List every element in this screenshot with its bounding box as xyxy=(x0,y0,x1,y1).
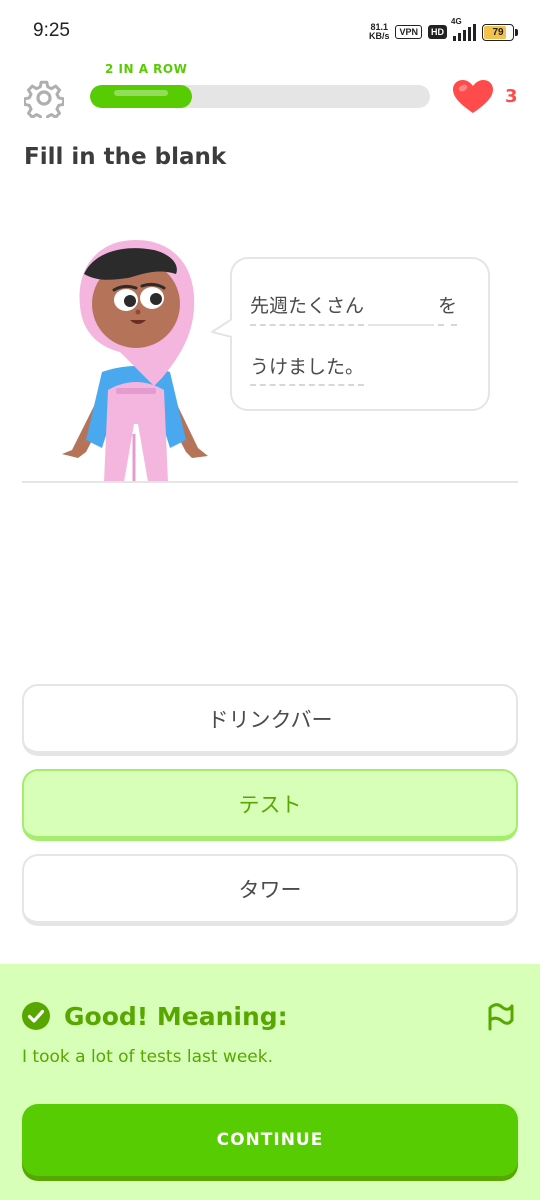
vpn-icon: VPN xyxy=(395,25,422,39)
network-speed: 81.1 KB/s xyxy=(368,22,390,41)
speech-bubble-tail xyxy=(211,318,233,338)
option-label: タワー xyxy=(238,877,302,902)
battery-icon: 79 xyxy=(482,23,518,41)
continue-button[interactable]: CONTINUE xyxy=(22,1104,518,1176)
option-2[interactable]: タワー xyxy=(22,854,518,926)
status-bar: 9:25 81.1 KB/s VPN HD 4G 79 xyxy=(0,0,540,60)
heart-icon[interactable] xyxy=(452,79,494,115)
status-icons: 81.1 KB/s VPN HD 4G 79 xyxy=(368,17,518,44)
answer-blank xyxy=(368,296,435,326)
gear-icon[interactable] xyxy=(24,78,64,118)
option-0[interactable]: ドリンクバー xyxy=(22,684,518,756)
progress-bar xyxy=(90,85,430,108)
flag-icon[interactable] xyxy=(486,998,516,1032)
page-title: Fill in the blank xyxy=(24,144,227,170)
status-time: 9:25 xyxy=(33,20,70,41)
check-circle-icon xyxy=(22,1002,50,1030)
option-1[interactable]: テスト xyxy=(22,769,518,841)
divider xyxy=(22,481,518,483)
lives-count: 3 xyxy=(505,86,518,107)
hd-icon: HD xyxy=(428,25,447,39)
feedback-meaning: I took a lot of tests last week. xyxy=(22,1047,273,1067)
option-label: テスト xyxy=(238,792,302,817)
speech-bubble xyxy=(230,257,490,411)
sentence-line-1: 先週たくさん を xyxy=(250,291,458,326)
progress-fill xyxy=(90,85,192,108)
character-illustration xyxy=(62,240,208,482)
signal-icon: 4G xyxy=(451,17,476,41)
feedback-title: Good! Meaning: xyxy=(64,1002,288,1031)
option-label: ドリンクバー xyxy=(207,707,333,732)
sentence-line-2: うけました。 xyxy=(250,352,365,386)
streak-label: 2 IN A ROW xyxy=(105,62,188,76)
